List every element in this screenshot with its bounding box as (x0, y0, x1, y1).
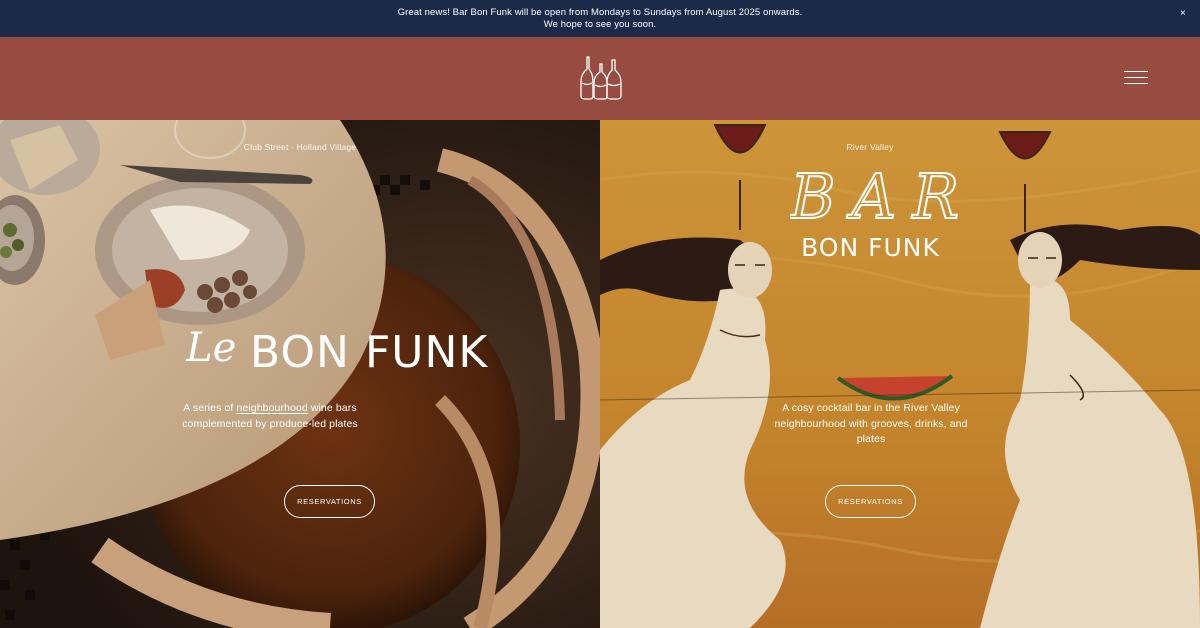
three-bottles-logo-icon[interactable] (576, 54, 626, 102)
panel-description: A series of neighbourhood wine bars comp… (0, 401, 570, 432)
brand-title-prefix-script: BAR (790, 160, 970, 230)
description-text: neighbourhood with grooves, drinks, and (774, 417, 968, 430)
description-text: plates (856, 433, 886, 445)
location-label: Club Street · Holland Village (243, 142, 357, 152)
brand-title: BON FUNK (250, 327, 489, 378)
announcement-bar: Great news! Bar Bon Funk will be open fr… (0, 0, 1200, 37)
description-text: complemented by produce-led plates (182, 417, 358, 430)
announcement-line-2: We hope to see you soon. (543, 18, 657, 30)
site-header (0, 37, 1200, 120)
panel-le-bon-funk[interactable]: Club Street · Holland Village Le BON FUN… (0, 120, 600, 628)
reservations-button[interactable]: RESERVATIONS (825, 485, 916, 518)
bar-script-text: BAR (790, 160, 970, 230)
description-text: A series of (183, 402, 237, 414)
announcement-line-1: Great news! Bar Bon Funk will be open fr… (397, 6, 803, 18)
close-icon[interactable]: × (1176, 7, 1190, 21)
hamburger-menu-icon[interactable] (1120, 66, 1152, 90)
brand-title: BON FUNK (801, 233, 940, 262)
neighbourhood-link[interactable]: neighbourhood (236, 402, 307, 414)
description-text: A cosy cocktail bar in the River Valley (782, 402, 960, 414)
description-text: wine bars (307, 402, 357, 414)
panel-description: A cosy cocktail bar in the River Valley … (600, 401, 1171, 448)
location-label: River Valley (846, 142, 894, 152)
brand-title-prefix: Le (186, 325, 237, 371)
reservations-button[interactable]: RESERVATIONS (284, 485, 375, 518)
